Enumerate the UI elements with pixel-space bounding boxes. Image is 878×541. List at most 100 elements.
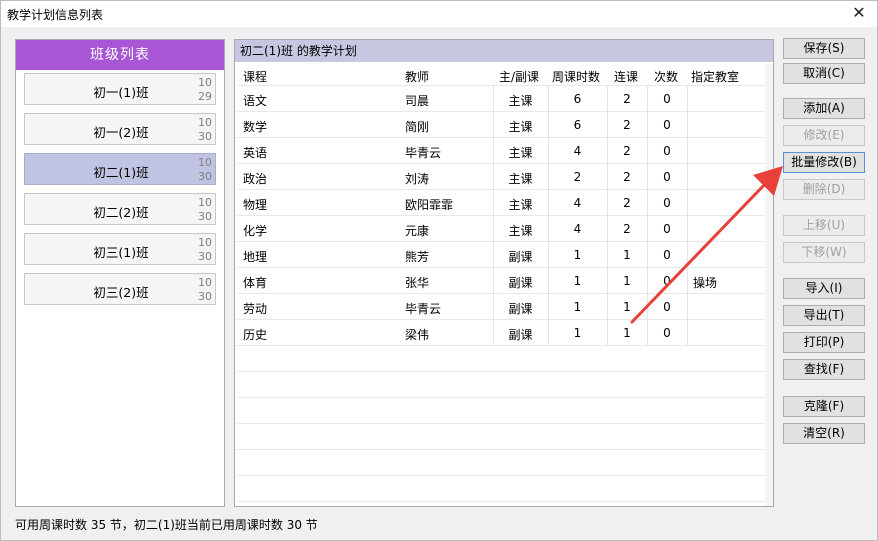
clone-button[interactable]: 克隆(F) [783, 396, 865, 417]
cell-times: 0 [663, 144, 671, 158]
class-count-top: 10 [198, 236, 212, 249]
cell-times: 0 [663, 196, 671, 210]
cell-course: 语文 [243, 94, 268, 108]
col-header-linked[interactable]: 连课 [614, 68, 638, 85]
delete-button[interactable]: 删除(D) [783, 179, 865, 200]
class-item[interactable]: 初二(2)班 10 30 [24, 193, 216, 225]
class-name: 初一(2)班 [93, 125, 149, 140]
vertical-scrollbar[interactable] [765, 64, 773, 506]
cell-course: 英语 [243, 146, 268, 160]
window-title: 教学计划信息列表 [7, 8, 104, 22]
edit-button[interactable]: 修改(E) [783, 125, 865, 146]
cell-course: 地理 [243, 250, 268, 264]
export-button[interactable]: 导出(T) [783, 305, 865, 326]
table-row[interactable]: 数学 简刚 主课 6 2 0 [237, 112, 765, 138]
class-item[interactable]: 初三(1)班 10 30 [24, 233, 216, 265]
class-item[interactable]: 初三(2)班 10 30 [24, 273, 216, 305]
cell-times: 0 [663, 170, 671, 184]
cancel-button[interactable]: 取消(C) [783, 63, 865, 84]
class-count-top: 10 [198, 116, 212, 129]
cell-teacher: 毕青云 [405, 302, 442, 316]
cell-course: 数学 [243, 120, 268, 134]
class-item-selected[interactable]: 初二(1)班 10 30 [24, 153, 216, 185]
class-count-bottom: 30 [198, 130, 212, 143]
cell-teacher: 元康 [405, 224, 430, 238]
cell-type: 主课 [508, 172, 533, 186]
move-up-button[interactable]: 上移(U) [783, 215, 865, 236]
table-row[interactable]: 政治 刘涛 主课 2 2 0 [237, 164, 765, 190]
cell-teacher: 司晨 [405, 94, 430, 108]
table-row[interactable]: 物理 欧阳霏霏 主课 4 2 0 [237, 190, 765, 216]
cell-times: 0 [663, 274, 671, 288]
cell-linked: 2 [623, 118, 631, 132]
cell-type: 主课 [508, 224, 533, 238]
cell-hours: 1 [573, 300, 582, 314]
cell-times: 0 [663, 118, 671, 132]
table-row[interactable]: 语文 司晨 主课 6 2 0 [237, 86, 765, 112]
cell-course: 化学 [243, 224, 268, 238]
class-count-bottom: 30 [198, 250, 212, 263]
class-count-top: 10 [198, 196, 212, 209]
clear-button[interactable]: 清空(R) [783, 423, 865, 444]
cell-course: 政治 [243, 172, 268, 186]
cell-teacher: 张华 [405, 276, 430, 290]
col-header-times[interactable]: 次数 [654, 68, 678, 85]
cell-type: 副课 [508, 276, 533, 290]
cell-linked: 2 [623, 170, 631, 184]
add-button[interactable]: 添加(A) [783, 98, 865, 119]
cell-times: 0 [663, 222, 671, 236]
batch-edit-button[interactable]: 批量修改(B) [783, 152, 865, 173]
cell-hours: 4 [573, 222, 582, 236]
cell-hours: 4 [573, 144, 582, 158]
cell-hours: 2 [573, 170, 582, 184]
class-list-panel: 班级列表 初一(1)班 10 29 初一(2)班 10 30 初二(1)班 10… [15, 39, 225, 507]
class-item[interactable]: 初一(1)班 10 29 [24, 73, 216, 105]
cell-teacher: 毕青云 [405, 146, 442, 160]
cell-hours: 1 [573, 248, 582, 262]
col-header-teacher[interactable]: 教师 [405, 68, 429, 85]
cell-times: 0 [663, 248, 671, 262]
col-header-type[interactable]: 主/副课 [499, 68, 539, 85]
print-button[interactable]: 打印(P) [783, 332, 865, 353]
col-header-room[interactable]: 指定教室 [691, 68, 739, 85]
grid-header: 课程 教师 主/副课 周课时数 连课 次数 指定教室 [237, 64, 765, 86]
class-list-header: 班级列表 [16, 40, 224, 70]
cell-hours: 1 [573, 326, 582, 340]
table-row[interactable]: 化学 元康 主课 4 2 0 [237, 216, 765, 242]
col-header-hours[interactable]: 周课时数 [552, 68, 600, 85]
cell-linked: 1 [623, 248, 631, 262]
plan-title: 初二(1)班 的教学计划 [235, 40, 773, 62]
cell-teacher: 熊芳 [405, 250, 430, 264]
cell-linked: 2 [623, 196, 631, 210]
cell-linked: 1 [623, 274, 631, 288]
cell-hours: 4 [573, 196, 582, 210]
col-header-course[interactable]: 课程 [243, 68, 267, 85]
import-button[interactable]: 导入(I) [783, 278, 865, 299]
class-name: 初三(1)班 [93, 245, 149, 260]
cell-times: 0 [663, 326, 671, 340]
class-count-bottom: 29 [198, 90, 212, 103]
close-icon[interactable]: ✕ [851, 4, 867, 22]
save-button[interactable]: 保存(S) [783, 38, 865, 59]
class-item[interactable]: 初一(2)班 10 30 [24, 113, 216, 145]
status-bar-text: 可用周课时数 35 节，初二(1)班当前已用周课时数 30 节 [15, 518, 318, 532]
cell-type: 主课 [508, 94, 533, 108]
find-button[interactable]: 查找(F) [783, 359, 865, 380]
move-down-button[interactable]: 下移(W) [783, 242, 865, 263]
class-count-top: 10 [198, 156, 212, 169]
table-row[interactable]: 地理 熊芳 副课 1 1 0 [237, 242, 765, 268]
cell-times: 0 [663, 300, 671, 314]
class-name: 初二(1)班 [93, 165, 149, 180]
cell-type: 主课 [508, 120, 533, 134]
table-row[interactable]: 劳动 毕青云 副课 1 1 0 [237, 294, 765, 320]
table-row[interactable]: 英语 毕青云 主课 4 2 0 [237, 138, 765, 164]
plan-grid[interactable]: 课程 教师 主/副课 周课时数 连课 次数 指定教室 语文 司晨 主课 6 2 0 数学 简刚… [237, 64, 765, 506]
class-count-top: 10 [198, 76, 212, 89]
table-row[interactable]: 历史 梁伟 副课 1 1 0 [237, 320, 765, 346]
table-row[interactable]: 体育 张华 副课 1 1 0 操场 [237, 268, 765, 294]
cell-linked: 2 [623, 92, 631, 106]
class-count-top: 10 [198, 276, 212, 289]
dialog-window: 教学计划信息列表 ✕ 班级列表 初一(1)班 10 29 初一(2)班 10 3… [0, 0, 878, 541]
cell-type: 副课 [508, 328, 533, 342]
class-name: 初一(1)班 [93, 85, 149, 100]
